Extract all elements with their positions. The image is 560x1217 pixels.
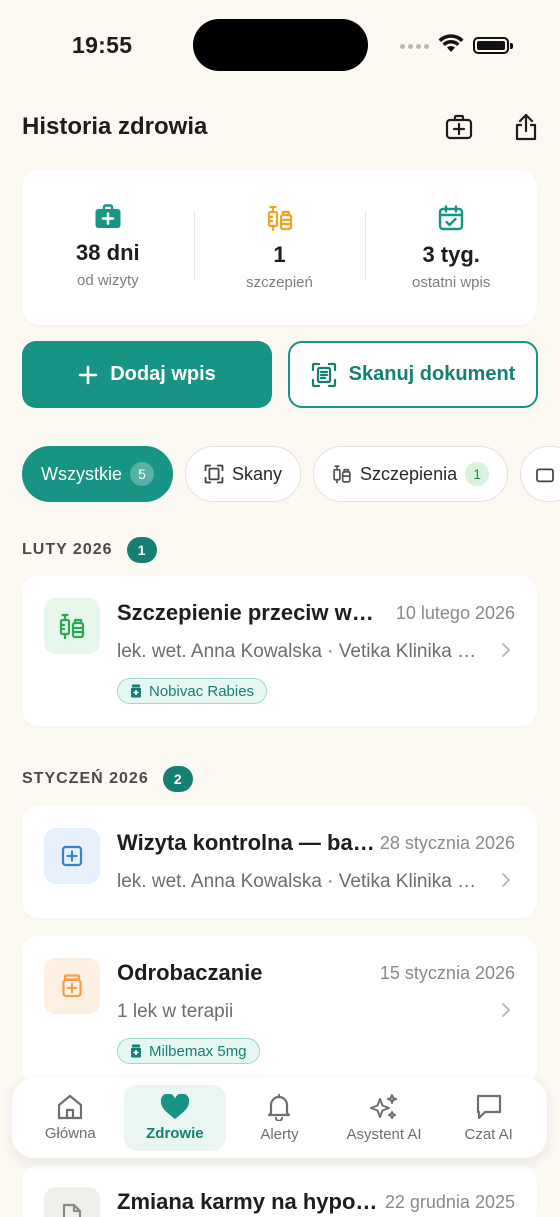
medical-plus-icon — [61, 845, 83, 867]
stat-label: ostatni wpis — [411, 274, 491, 291]
add-entry-button[interactable]: Dodaj wpis — [22, 341, 272, 408]
section-title: LUTY 2026 — [22, 541, 113, 558]
add-entry-label: Dodaj wpis — [110, 363, 216, 385]
entry-title: Zmiana karmy na hypoalergiczną — [117, 1189, 379, 1214]
tab-home[interactable]: Główna — [19, 1085, 121, 1151]
page-title: Historia zdrowia — [22, 113, 208, 140]
vaccine-icon — [333, 465, 351, 484]
stat-value: 1 — [273, 242, 286, 267]
filter-label: Skany — [232, 463, 283, 484]
scan-document-label: Skanuj dokument — [348, 363, 516, 385]
tab-alerts[interactable]: Alerty — [228, 1085, 330, 1151]
entry-subtitle: lek. wet. Anna Kowalska · Vetika Klinika… — [117, 871, 487, 892]
section-count: 1 — [126, 537, 157, 563]
document-icon — [62, 1203, 82, 1217]
entry-icon-box — [44, 828, 100, 884]
entry-title: Szczepienie przeciw wściekliźnie — [117, 600, 379, 625]
chat-icon — [476, 1094, 501, 1120]
health-entry-card[interactable]: Odrobaczanie 15 stycznia 2026 1 lek w te… — [22, 936, 537, 1086]
chevron-right-icon — [502, 1003, 511, 1017]
filter-more[interactable] — [520, 446, 560, 502]
vaccine-icon — [267, 205, 292, 232]
medicine-bottle-icon — [131, 1044, 141, 1058]
entry-date: 28 stycznia 2026 — [379, 833, 515, 853]
tab-label: Główna — [44, 1125, 96, 1142]
medication-tag-label: Nobivac Rabies — [149, 682, 255, 700]
wifi-icon — [438, 34, 464, 52]
medical-kit-icon — [536, 468, 554, 483]
filter-scans[interactable]: Skany — [185, 446, 302, 502]
health-entry-card[interactable]: Zmiana karmy na hypoalergiczną 22 grudni… — [22, 1165, 537, 1217]
entry-icon-box — [44, 1187, 100, 1217]
section-title: STYCZEŃ 2026 — [22, 770, 149, 787]
share-button[interactable] — [508, 109, 544, 145]
stat-last-entry: 3 tyg. ostatni wpis — [365, 170, 537, 325]
filter-count: 1 — [465, 462, 490, 486]
tab-label: Alerty — [260, 1126, 299, 1143]
scan-icon — [311, 362, 336, 387]
dynamic-island — [193, 19, 368, 71]
section-header-jan-2026: STYCZEŃ 2026 2 — [22, 766, 193, 792]
health-entry-card[interactable]: Szczepienie przeciw wściekliźnie 10 lute… — [22, 576, 537, 726]
page-header: Historia zdrowia — [22, 105, 538, 149]
status-bar: 19:55 — [0, 0, 560, 92]
medical-kit-icon — [95, 204, 121, 228]
entry-date: 22 grudnia 2025 — [384, 1192, 515, 1212]
vaccine-icon — [59, 613, 85, 640]
calendar-check-icon — [438, 205, 464, 231]
medication-tag: Milbemax 5mg — [117, 1038, 260, 1064]
share-icon — [515, 113, 537, 141]
medical-kit-icon — [445, 114, 473, 140]
scan-document-button[interactable]: Skanuj dokument — [288, 341, 538, 408]
heart-icon — [160, 1094, 190, 1119]
chevron-right-icon — [502, 873, 511, 887]
medication-tag-label: Milbemax 5mg — [149, 1042, 247, 1060]
bell-icon — [268, 1093, 291, 1121]
stat-days-since-visit: 38 dni od wizyty — [22, 170, 194, 325]
stat-value: 38 dni — [76, 240, 140, 265]
stat-label: szczepień — [246, 274, 313, 291]
filter-label: Wszystkie — [41, 463, 122, 484]
tab-ai-assistant[interactable]: Asystent AI — [333, 1085, 435, 1151]
filter-all[interactable]: Wszystkie 5 — [22, 446, 173, 502]
entry-subtitle: 1 lek w terapii — [117, 1001, 234, 1022]
tab-label: Czat AI — [464, 1126, 513, 1143]
chevron-right-icon — [502, 643, 511, 657]
home-icon — [58, 1094, 83, 1120]
stat-label: od wizyty — [76, 272, 139, 289]
entry-subtitle: lek. wet. Anna Kowalska · Vetika Klinika… — [117, 641, 487, 662]
stat-value: 3 tyg. — [422, 242, 480, 267]
stats-card: 38 dni od wizyty 1 szczepień 3 tyg. osta… — [22, 170, 537, 325]
tab-ai-chat[interactable]: Czat AI — [438, 1085, 540, 1151]
section-header-feb-2026: LUTY 2026 1 — [22, 537, 157, 563]
stat-vaccinations: 1 szczepień — [193, 170, 366, 325]
filter-count: 5 — [130, 462, 154, 486]
tab-label: Zdrowie — [146, 1125, 204, 1142]
medical-kit-button[interactable] — [441, 109, 477, 145]
battery-icon — [473, 37, 513, 54]
scan-icon — [204, 464, 224, 484]
plus-icon — [78, 365, 98, 384]
entry-date: 10 lutego 2026 — [395, 603, 515, 623]
entry-title: Odrobaczanie — [117, 960, 263, 985]
status-time: 19:55 — [72, 32, 133, 58]
entry-title: Wizyta kontrolna — badanie ogólne — [117, 830, 379, 855]
medication-tag: Nobivac Rabies — [117, 678, 268, 704]
entry-date: 15 stycznia 2026 — [379, 963, 515, 983]
bottom-tab-bar: Główna Zdrowie Alerty Asystent AI Czat A… — [12, 1078, 547, 1158]
tab-health[interactable]: Zdrowie — [123, 1085, 226, 1151]
filter-vaccinations[interactable]: Szczepienia 1 — [313, 446, 509, 502]
sparkles-icon — [370, 1094, 398, 1119]
tab-label: Asystent AI — [346, 1126, 422, 1143]
section-count: 2 — [162, 766, 193, 792]
entry-icon-box — [44, 958, 100, 1014]
medicine-bottle-icon — [62, 974, 82, 998]
filter-bar: Wszystkie 5 Skany Szczepienia 1 — [22, 446, 560, 502]
cellular-signal-icon — [400, 44, 429, 49]
entry-icon-box — [44, 598, 100, 654]
filter-label: Szczepienia — [360, 463, 458, 484]
medicine-bottle-icon — [131, 684, 141, 698]
health-entry-card[interactable]: Wizyta kontrolna — badanie ogólne 28 sty… — [22, 806, 537, 918]
